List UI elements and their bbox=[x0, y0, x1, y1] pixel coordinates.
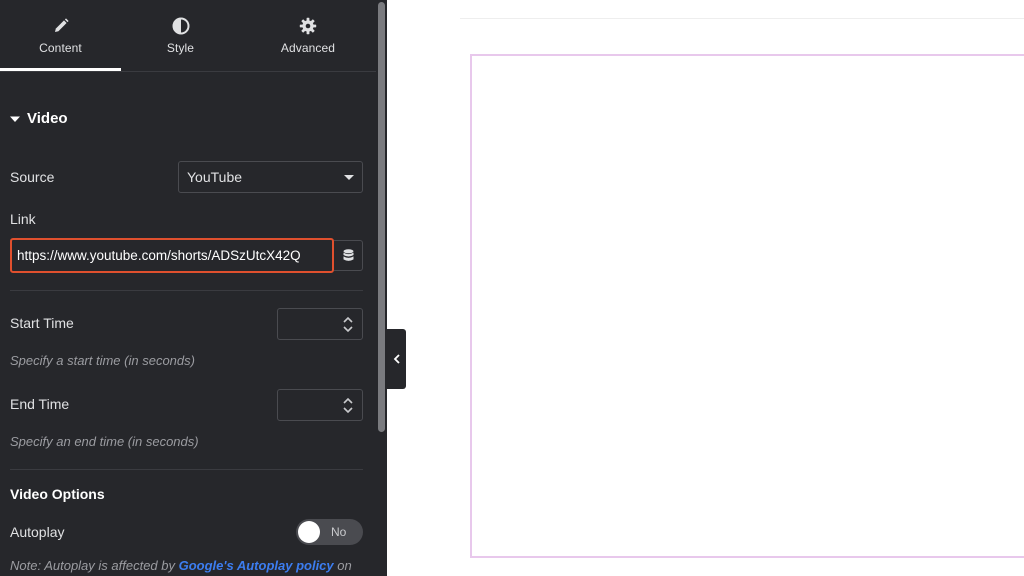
pencil-icon bbox=[54, 18, 69, 32]
stepper-icon bbox=[343, 316, 353, 333]
tab-style[interactable]: Style bbox=[121, 0, 240, 71]
autoplay-label: Autoplay bbox=[10, 524, 65, 540]
tab-advanced[interactable]: Advanced bbox=[240, 0, 376, 71]
source-value: YouTube bbox=[187, 169, 243, 185]
divider bbox=[10, 290, 363, 291]
source-select[interactable]: YouTube bbox=[178, 161, 363, 193]
canvas-top-divider bbox=[460, 18, 1024, 19]
chevron-left-icon bbox=[393, 354, 400, 364]
start-time-input[interactable] bbox=[277, 308, 363, 340]
start-time-label: Start Time bbox=[10, 315, 74, 331]
video-preview-area[interactable] bbox=[470, 54, 1024, 558]
tab-advanced-label: Advanced bbox=[280, 41, 336, 55]
end-time-label: End Time bbox=[10, 396, 70, 412]
section-title: Video bbox=[27, 110, 68, 127]
note-prefix: Note: Autoplay is affected by bbox=[10, 558, 179, 573]
note-suffix: on bbox=[333, 558, 352, 573]
toggle-state-text: No bbox=[331, 525, 347, 539]
video-options-heading: Video Options bbox=[10, 486, 105, 502]
link-label: Link bbox=[10, 211, 36, 227]
dropdown-arrow-icon bbox=[344, 175, 354, 180]
half-circle-icon bbox=[172, 17, 189, 35]
link-input[interactable] bbox=[10, 238, 334, 273]
tab-content[interactable]: Content bbox=[0, 0, 121, 71]
panel-scrollbar-thumb[interactable] bbox=[378, 2, 385, 432]
source-label: Source bbox=[10, 169, 55, 185]
autoplay-toggle[interactable]: No bbox=[296, 519, 363, 545]
toggle-knob bbox=[298, 521, 320, 543]
end-time-help: Specify an end time (in seconds) bbox=[10, 434, 199, 449]
autoplay-note: Note: Autoplay is affected by Google's A… bbox=[10, 558, 352, 573]
start-time-help: Specify a start time (in seconds) bbox=[10, 353, 195, 368]
dynamic-tags-button[interactable] bbox=[334, 240, 363, 271]
divider bbox=[10, 469, 363, 470]
section-video-toggle[interactable]: Video bbox=[10, 110, 68, 127]
tab-style-label: Style bbox=[166, 41, 195, 55]
stepper-icon bbox=[343, 397, 353, 414]
caret-down-icon bbox=[10, 116, 20, 122]
end-time-input[interactable] bbox=[277, 389, 363, 421]
collapse-panel-button[interactable] bbox=[387, 329, 406, 389]
tabs-divider bbox=[0, 71, 376, 72]
panel-tabs: Content Style Advanced bbox=[0, 0, 376, 71]
autoplay-policy-link[interactable]: Google's Autoplay policy bbox=[179, 558, 334, 573]
tab-content-label: Content bbox=[39, 41, 82, 55]
gear-icon bbox=[299, 17, 317, 35]
database-icon bbox=[343, 249, 353, 261]
editor-panel: Content Style Advanced Video Source YouT… bbox=[0, 0, 376, 576]
